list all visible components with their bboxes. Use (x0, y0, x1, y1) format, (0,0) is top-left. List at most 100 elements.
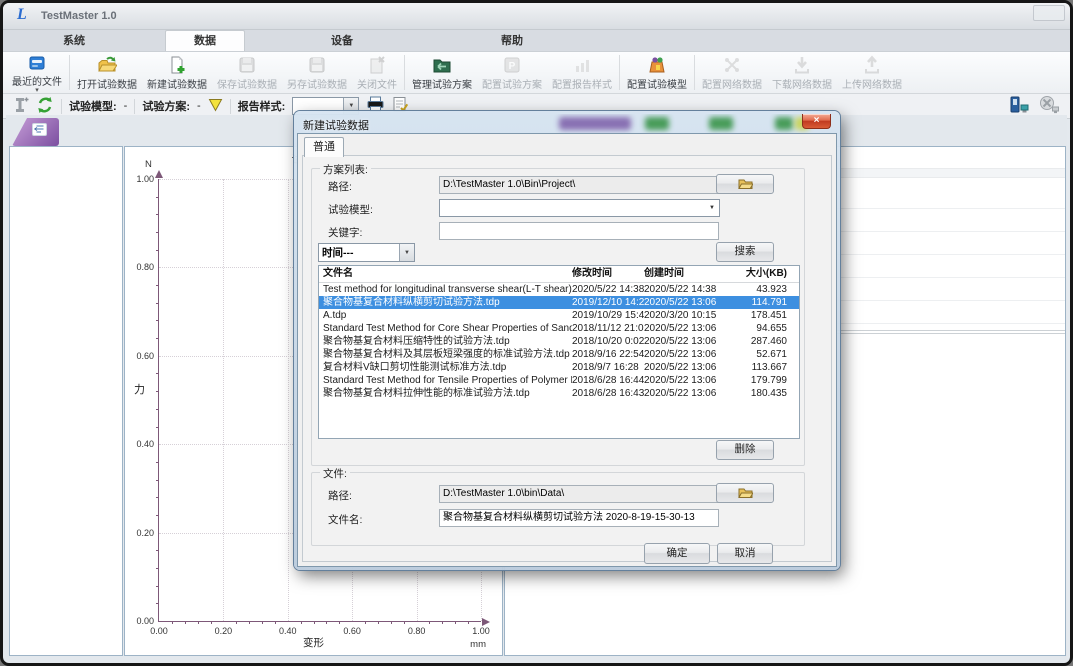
refresh-icon[interactable] (36, 96, 54, 117)
scheme-path-browse-button[interactable] (716, 174, 774, 194)
cell-filename: Test method for longitudinal transverse … (319, 283, 572, 296)
ribbon-button-report-style: 配置报告样式 (547, 52, 617, 93)
dialog-title: 新建试验数据 (303, 117, 369, 133)
file-path-field[interactable]: D:\TestMaster 1.0\bin\Data\ (439, 485, 719, 503)
toolbar-separator (230, 99, 231, 114)
ribbon-button-open-folder[interactable]: 打开试验数据 (72, 52, 142, 93)
column-header-size[interactable]: 大小(KB) (728, 266, 793, 282)
menu-tab-system[interactable]: 系统 (35, 31, 113, 51)
dialog-content: 方案列表: 路径: D:\TestMaster 1.0\Bin\Project\… (302, 155, 832, 562)
window-control-button[interactable] (1033, 5, 1065, 21)
title-bar: L TestMaster 1.0 (3, 3, 1070, 30)
table-row[interactable]: Standard Test Method for Core Shear Prop… (319, 322, 799, 335)
x-minor-tick (455, 621, 456, 624)
ribbon-button-label: 下载网络数据 (772, 76, 832, 91)
cell-filename: 聚合物基复合材料及其层板短梁强度的标准试验方法.tdp (319, 348, 572, 361)
table-row[interactable]: 聚合物基复合材料及其层板短梁强度的标准试验方法.tdp2018/9/16 22:… (319, 348, 799, 361)
y-minor-tick (156, 197, 159, 198)
ribbon-button-label: 配置试验模型 (627, 76, 687, 91)
x-tick-label: 0.80 (408, 626, 426, 636)
cell-size: 52.671 (728, 348, 793, 361)
model-label: 试验模型: (69, 98, 117, 114)
file-table-header: 文件名 修改时间 创建时间 大小(KB) (319, 266, 799, 283)
glass-reflection (559, 117, 631, 130)
table-row[interactable]: 聚合物基复合材料纵横剪切试验方法.tdp2019/12/10 14:232020… (319, 296, 799, 309)
y-minor-tick (156, 409, 159, 410)
y-axis-unit: N (145, 159, 152, 170)
file-path-browse-button[interactable] (716, 483, 774, 503)
x-minor-tick (314, 621, 315, 624)
dialog-tab-general[interactable]: 普通 (304, 137, 344, 157)
menu-tab-help[interactable]: 帮助 (473, 31, 551, 51)
specimen-add-icon[interactable] (12, 96, 29, 117)
y-tick-label: 0.40 (136, 439, 154, 449)
x-minor-tick (172, 621, 173, 624)
ribbon-button-network-config: 配置网络数据 (697, 52, 767, 93)
cell-created: 2020/5/22 13:06 (644, 348, 728, 361)
ok-button[interactable]: 确定 (644, 543, 710, 564)
chevron-down-icon: ▾ (35, 88, 39, 93)
ribbon-button-save: 保存试验数据 (212, 52, 282, 93)
ribbon-button-label: 上传网络数据 (842, 76, 902, 91)
table-row[interactable]: A.tdp2019/10/29 15:432020/3/20 10:15178.… (319, 309, 799, 322)
cell-created: 2020/5/22 13:06 (644, 387, 728, 400)
x-tick-label: 0.40 (279, 626, 297, 636)
table-row[interactable]: Standard Test Method for Tensile Propert… (319, 374, 799, 387)
y-tick-label: 0.20 (136, 528, 154, 538)
x-tick-label: 0.60 (343, 626, 361, 636)
cell-filename: 聚合物基复合材料纵横剪切试验方法.tdp (319, 296, 572, 309)
ribbon-button-test-model[interactable]: 配置试验模型 (622, 52, 692, 93)
x-minor-tick (236, 621, 237, 624)
cell-filename: A.tdp (319, 309, 572, 322)
y-minor-tick (156, 391, 159, 392)
x-minor-tick (262, 621, 263, 624)
file-name-input[interactable]: 聚合物基复合材料纵横剪切试验方法 2020-8-19-15-30-13 (439, 509, 719, 527)
ribbon-button-close-file: 关闭文件 (352, 52, 402, 93)
tab-test-list[interactable] (12, 118, 59, 146)
report-style-label: 报告样式: (238, 98, 286, 114)
ribbon-button-label: 打开试验数据 (77, 76, 137, 91)
menu-tab-data[interactable]: 数据 (165, 30, 245, 51)
cell-modified: 2018/6/28 16:43 (572, 387, 644, 400)
delete-button[interactable]: 删除 (716, 440, 774, 460)
column-header-created[interactable]: 创建时间 (644, 266, 728, 282)
column-header-filename[interactable]: 文件名 (319, 266, 572, 282)
cancel-button[interactable]: 取消 (717, 543, 773, 564)
ribbon-button-manage-scheme-folder[interactable]: 管理试验方案 (407, 52, 477, 93)
ribbon-button-new-document[interactable]: 新建试验数据 (142, 52, 212, 93)
scheme-model-select[interactable]: ▼ (439, 199, 720, 217)
table-row[interactable]: 聚合物基复合材料拉伸性能的标准试验方法.tdp2018/6/28 16:4320… (319, 387, 799, 400)
y-minor-tick (156, 320, 159, 321)
x-axis-label: 变形 (125, 635, 502, 650)
table-row[interactable]: 聚合物基复合材料压缩特性的试验方法.tdp2018/10/20 0:022020… (319, 335, 799, 348)
cell-created: 2020/5/22 14:38 (644, 283, 728, 296)
y-minor-tick (156, 373, 159, 374)
x-tick-label: 0.20 (215, 626, 233, 636)
keyword-input[interactable] (439, 222, 719, 240)
save-icon (237, 53, 257, 76)
table-row[interactable]: 复合材料V缺口剪切性能测试标准方法.tdp2018/9/7 16:282020/… (319, 361, 799, 374)
recent-files-icon (27, 53, 47, 73)
time-filter-select[interactable]: 时间--- ▼ (318, 243, 415, 262)
scheme-path-field[interactable]: D:\TestMaster 1.0\Bin\Project\ (439, 176, 719, 194)
x-minor-tick (391, 621, 392, 624)
chart-gridline (288, 179, 289, 621)
file-name-label: 文件名: (328, 512, 362, 527)
x-minor-tick (442, 621, 443, 624)
menu-tab-device[interactable]: 设备 (303, 31, 381, 51)
dialog-title-bar[interactable]: 新建试验数据 × (297, 114, 837, 133)
filter-funnel-icon[interactable] (208, 98, 223, 115)
cell-created: 2020/5/22 13:06 (644, 296, 728, 309)
ribbon-button-download: 下载网络数据 (767, 52, 837, 93)
toolbar-separator (61, 99, 62, 114)
table-row[interactable]: Test method for longitudinal transverse … (319, 283, 799, 296)
ribbon-button-recent-files[interactable]: 最近的文件▾ (7, 52, 67, 93)
dialog-close-button[interactable]: × (802, 114, 831, 129)
cell-modified: 2019/10/29 15:43 (572, 309, 644, 322)
column-header-modified[interactable]: 修改时间 (572, 266, 644, 282)
ribbon-separator (619, 55, 620, 90)
search-button[interactable]: 搜索 (716, 242, 774, 262)
toolbar-separator (134, 99, 135, 114)
x-minor-tick (249, 621, 250, 624)
y-tick-label: 0.00 (136, 616, 154, 626)
